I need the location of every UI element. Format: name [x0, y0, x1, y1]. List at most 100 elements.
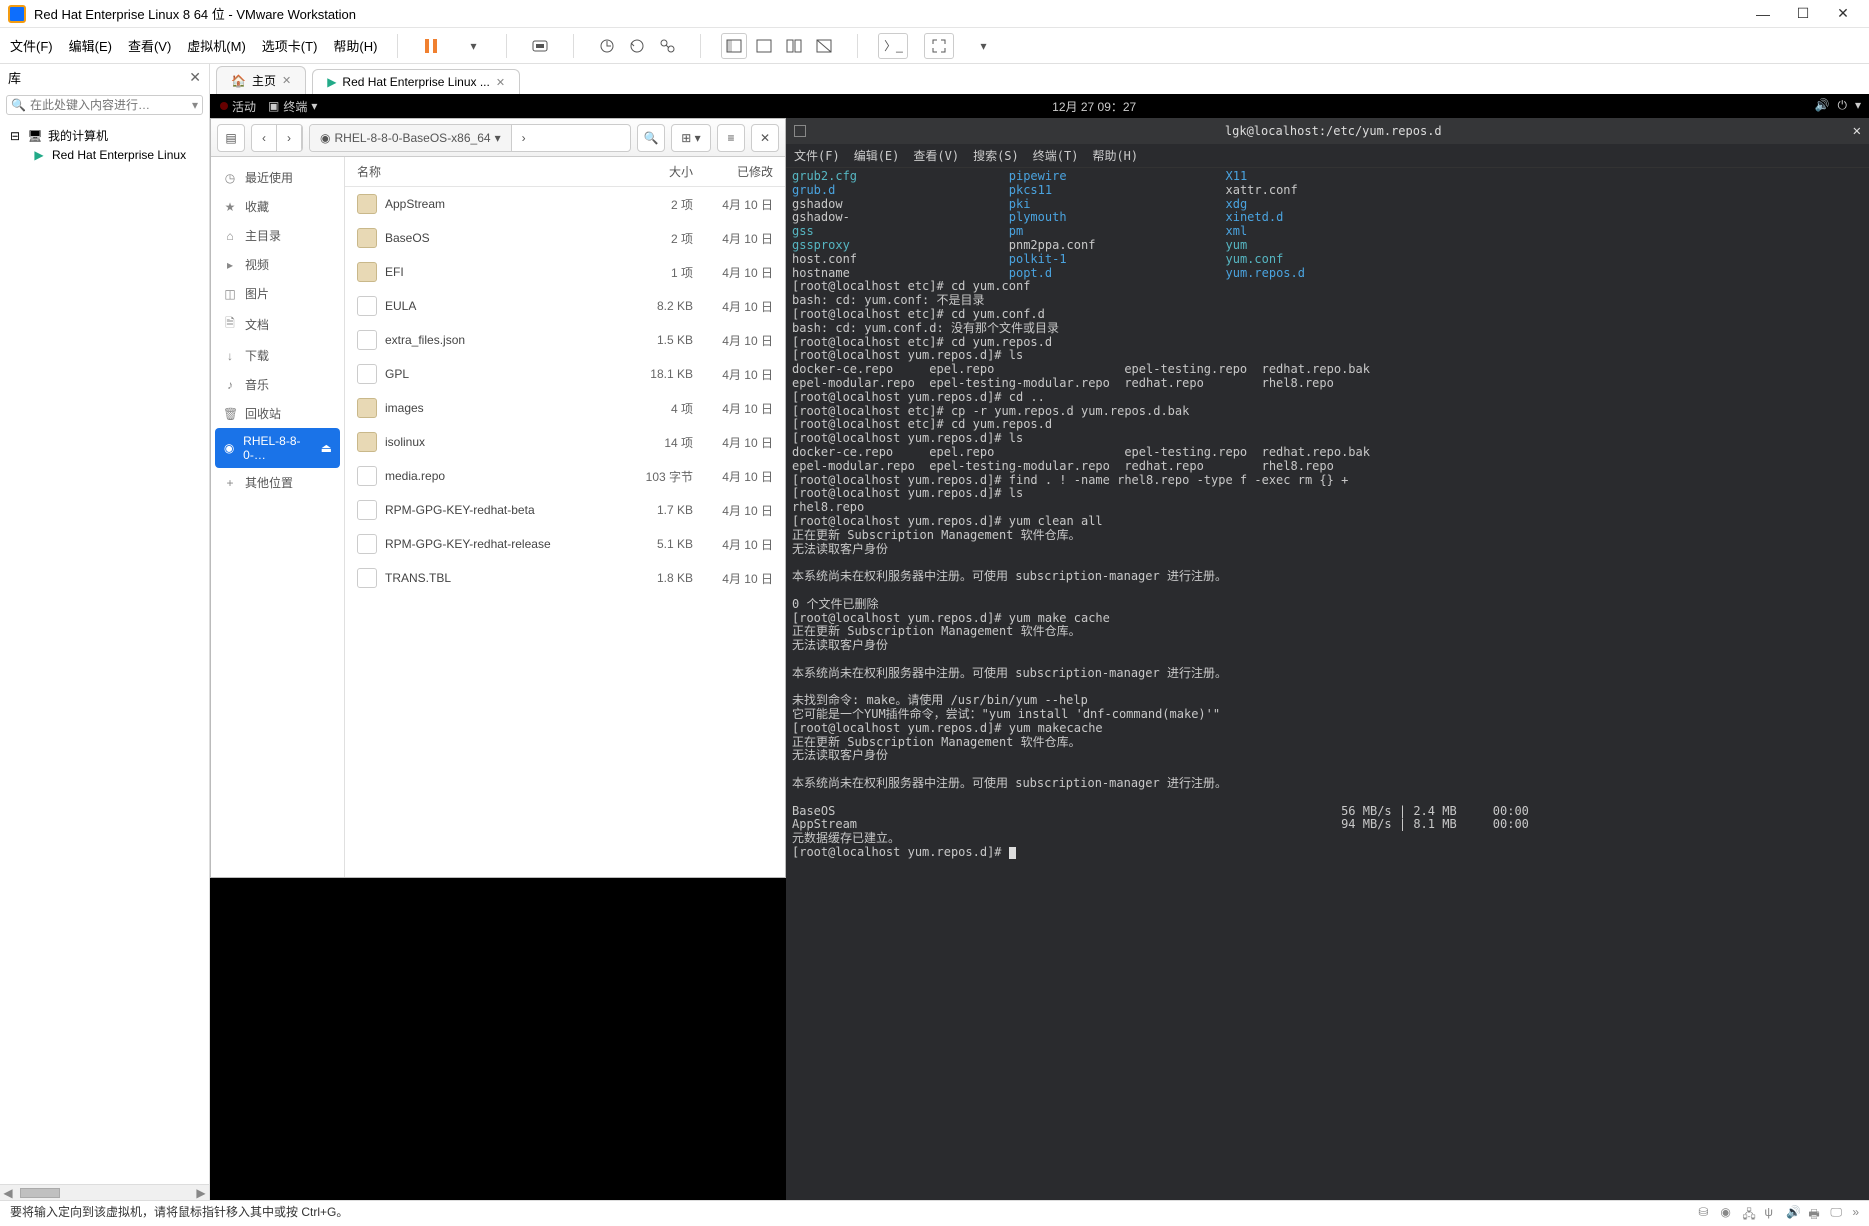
- search-button[interactable]: 🔍: [637, 124, 665, 152]
- file-row[interactable]: EULA8.2 KB4月 10 日: [345, 289, 785, 323]
- tree-root[interactable]: ⊟ 🖥 我的计算机: [0, 125, 209, 146]
- gnome-status-area[interactable]: 🔊 ⏻ ▾: [1815, 98, 1861, 113]
- library-search[interactable]: 🔍 ▾: [6, 95, 203, 115]
- search-dropdown-icon[interactable]: ▾: [192, 98, 198, 112]
- term-menu-search[interactable]: 搜索(S): [973, 147, 1019, 164]
- scroll-left-icon[interactable]: ◀: [0, 1186, 16, 1200]
- pause-button[interactable]: [418, 33, 444, 59]
- terminal-output[interactable]: grub2.cfg pipewire X11 grub.d pkcs11 xat…: [786, 168, 1869, 1200]
- activities-button[interactable]: 活动: [220, 98, 256, 115]
- tab-vm-label: Red Hat Enterprise Linux ...: [342, 75, 489, 89]
- nav-back-button[interactable]: ‹: [252, 125, 277, 151]
- file-row[interactable]: media.repo103 字节4月 10 日: [345, 459, 785, 493]
- sidebar-item[interactable]: 🗎文档: [211, 308, 344, 341]
- snapshot-button[interactable]: [594, 33, 620, 59]
- term-menu-file[interactable]: 文件(F): [794, 147, 840, 164]
- hamburger-button[interactable]: ≡: [717, 124, 745, 152]
- sidebar-item[interactable]: 🗑回收站: [211, 399, 344, 428]
- sidebar-item[interactable]: ◉RHEL-8-8-0-…⏏: [215, 428, 340, 468]
- sidebar-item[interactable]: ◷最近使用: [211, 163, 344, 192]
- snapshot-manager-button[interactable]: [654, 33, 680, 59]
- display-icon[interactable]: 🖵: [1830, 1205, 1844, 1219]
- term-menu-view[interactable]: 查看(V): [913, 147, 959, 164]
- tab-close-icon[interactable]: ✕: [282, 74, 291, 87]
- menu-tabs[interactable]: 选项卡(T): [262, 36, 318, 55]
- scroll-right-icon[interactable]: ▶: [193, 1186, 209, 1200]
- sidebar-item[interactable]: +其他位置: [211, 468, 344, 497]
- network-icon[interactable]: 🖧: [1742, 1205, 1756, 1219]
- eject-icon[interactable]: ⏏: [321, 441, 332, 455]
- view-multi-button[interactable]: [781, 33, 807, 59]
- window-close-button[interactable]: ✕: [751, 124, 779, 152]
- breadcrumb-label: RHEL-8-8-0-BaseOS-x86_64: [334, 131, 490, 145]
- term-menu-help[interactable]: 帮助(H): [1092, 147, 1138, 164]
- file-row[interactable]: GPL18.1 KB4月 10 日: [345, 357, 785, 391]
- file-row[interactable]: TRANS.TBL1.8 KB4月 10 日: [345, 561, 785, 595]
- menu-vm[interactable]: 虚拟机(M): [187, 36, 246, 55]
- send-ctrlaltdel-button[interactable]: [527, 33, 553, 59]
- scroll-thumb[interactable]: [20, 1188, 60, 1198]
- file-row[interactable]: AppStream2 项4月 10 日: [345, 187, 785, 221]
- console-button[interactable]: 〉_: [878, 33, 908, 59]
- nav-forward-button[interactable]: ›: [277, 125, 302, 151]
- file-row[interactable]: RPM-GPG-KEY-redhat-beta1.7 KB4月 10 日: [345, 493, 785, 527]
- minimize-button[interactable]: —: [1745, 2, 1781, 26]
- sidebar-item[interactable]: ↓下载: [211, 341, 344, 370]
- sidebar-icon: ↓: [223, 349, 237, 363]
- cd-icon[interactable]: ◉: [1720, 1205, 1734, 1219]
- file-row[interactable]: images4 项4月 10 日: [345, 391, 785, 425]
- maximize-button[interactable]: ☐: [1785, 2, 1821, 26]
- library-search-input[interactable]: [30, 98, 192, 112]
- view-console-button[interactable]: [751, 33, 777, 59]
- term-menu-terminal[interactable]: 终端(T): [1033, 147, 1079, 164]
- tab-vm[interactable]: ▶ Red Hat Enterprise Linux ... ✕: [312, 69, 520, 94]
- tree-vm-item[interactable]: ▶ Red Hat Enterprise Linux: [0, 146, 209, 164]
- fullscreen-button[interactable]: [924, 33, 954, 59]
- sidebar-label: 收藏: [245, 198, 269, 215]
- view-grid-button[interactable]: ⊞ ▾: [671, 124, 711, 152]
- file-row[interactable]: extra_files.json1.5 KB4月 10 日: [345, 323, 785, 357]
- breadcrumb[interactable]: ◉RHEL-8-8-0-BaseOS-x86_64 ▾ ›: [309, 124, 631, 152]
- power-dropdown[interactable]: ▾: [460, 33, 486, 59]
- sidebar-item[interactable]: ★收藏: [211, 192, 344, 221]
- tree-collapse-icon[interactable]: ⊟: [8, 129, 22, 143]
- file-row[interactable]: BaseOS2 项4月 10 日: [345, 221, 785, 255]
- chevron-icon[interactable]: »: [1852, 1205, 1859, 1219]
- sidebar-item[interactable]: ♪音乐: [211, 370, 344, 399]
- col-name[interactable]: 名称: [357, 163, 613, 180]
- sound-icon[interactable]: 🔊: [1786, 1205, 1800, 1219]
- library-hscrollbar[interactable]: ◀ ▶: [0, 1184, 209, 1200]
- term-menu-edit[interactable]: 编辑(E): [854, 147, 900, 164]
- tab-home[interactable]: 🏠 主页 ✕: [216, 66, 306, 94]
- hdd-icon[interactable]: ⛁: [1698, 1205, 1712, 1219]
- fullscreen-dropdown[interactable]: ▾: [970, 33, 996, 59]
- close-button[interactable]: ✕: [1825, 2, 1861, 26]
- library-close-icon[interactable]: ✕: [189, 69, 201, 86]
- menu-edit[interactable]: 编辑(E): [69, 36, 112, 55]
- running-app-button[interactable]: ▣ 终端 ▾: [268, 98, 317, 115]
- menu-file[interactable]: 文件(F): [10, 36, 53, 55]
- nautilus-toolbar: ▤ ‹ › ◉RHEL-8-8-0-BaseOS-x86_64 ▾ › 🔍 ⊞ …: [211, 119, 785, 157]
- col-date[interactable]: 已修改: [693, 163, 773, 180]
- clock[interactable]: 12月 27 09：27: [329, 98, 1859, 115]
- usb-icon[interactable]: ψ: [1764, 1205, 1778, 1219]
- nautilus-menu-button[interactable]: ▤: [217, 124, 245, 152]
- col-size[interactable]: 大小: [613, 163, 693, 180]
- tab-close-icon[interactable]: ✕: [496, 76, 505, 89]
- menu-help[interactable]: 帮助(H): [333, 36, 377, 55]
- file-row[interactable]: EFI1 项4月 10 日: [345, 255, 785, 289]
- snapshot-revert-button[interactable]: [624, 33, 650, 59]
- file-row[interactable]: RPM-GPG-KEY-redhat-release5.1 KB4月 10 日: [345, 527, 785, 561]
- view-unity-button[interactable]: [811, 33, 837, 59]
- sidebar-item[interactable]: ◫图片: [211, 279, 344, 308]
- terminal-close-button[interactable]: ✕: [1853, 123, 1861, 139]
- view-single-button[interactable]: [721, 33, 747, 59]
- file-row[interactable]: isolinux14 项4月 10 日: [345, 425, 785, 459]
- file-name: GPL: [385, 367, 613, 381]
- computer-icon: 🖥: [28, 129, 42, 143]
- menu-view[interactable]: 查看(V): [128, 36, 171, 55]
- guest-display[interactable]: 活动 ▣ 终端 ▾ 12月 27 09：27 🔊 ⏻ ▾: [210, 94, 1869, 1200]
- sidebar-item[interactable]: ⌂主目录: [211, 221, 344, 250]
- sidebar-item[interactable]: ▸视频: [211, 250, 344, 279]
- printer-icon[interactable]: 🖶: [1808, 1205, 1822, 1219]
